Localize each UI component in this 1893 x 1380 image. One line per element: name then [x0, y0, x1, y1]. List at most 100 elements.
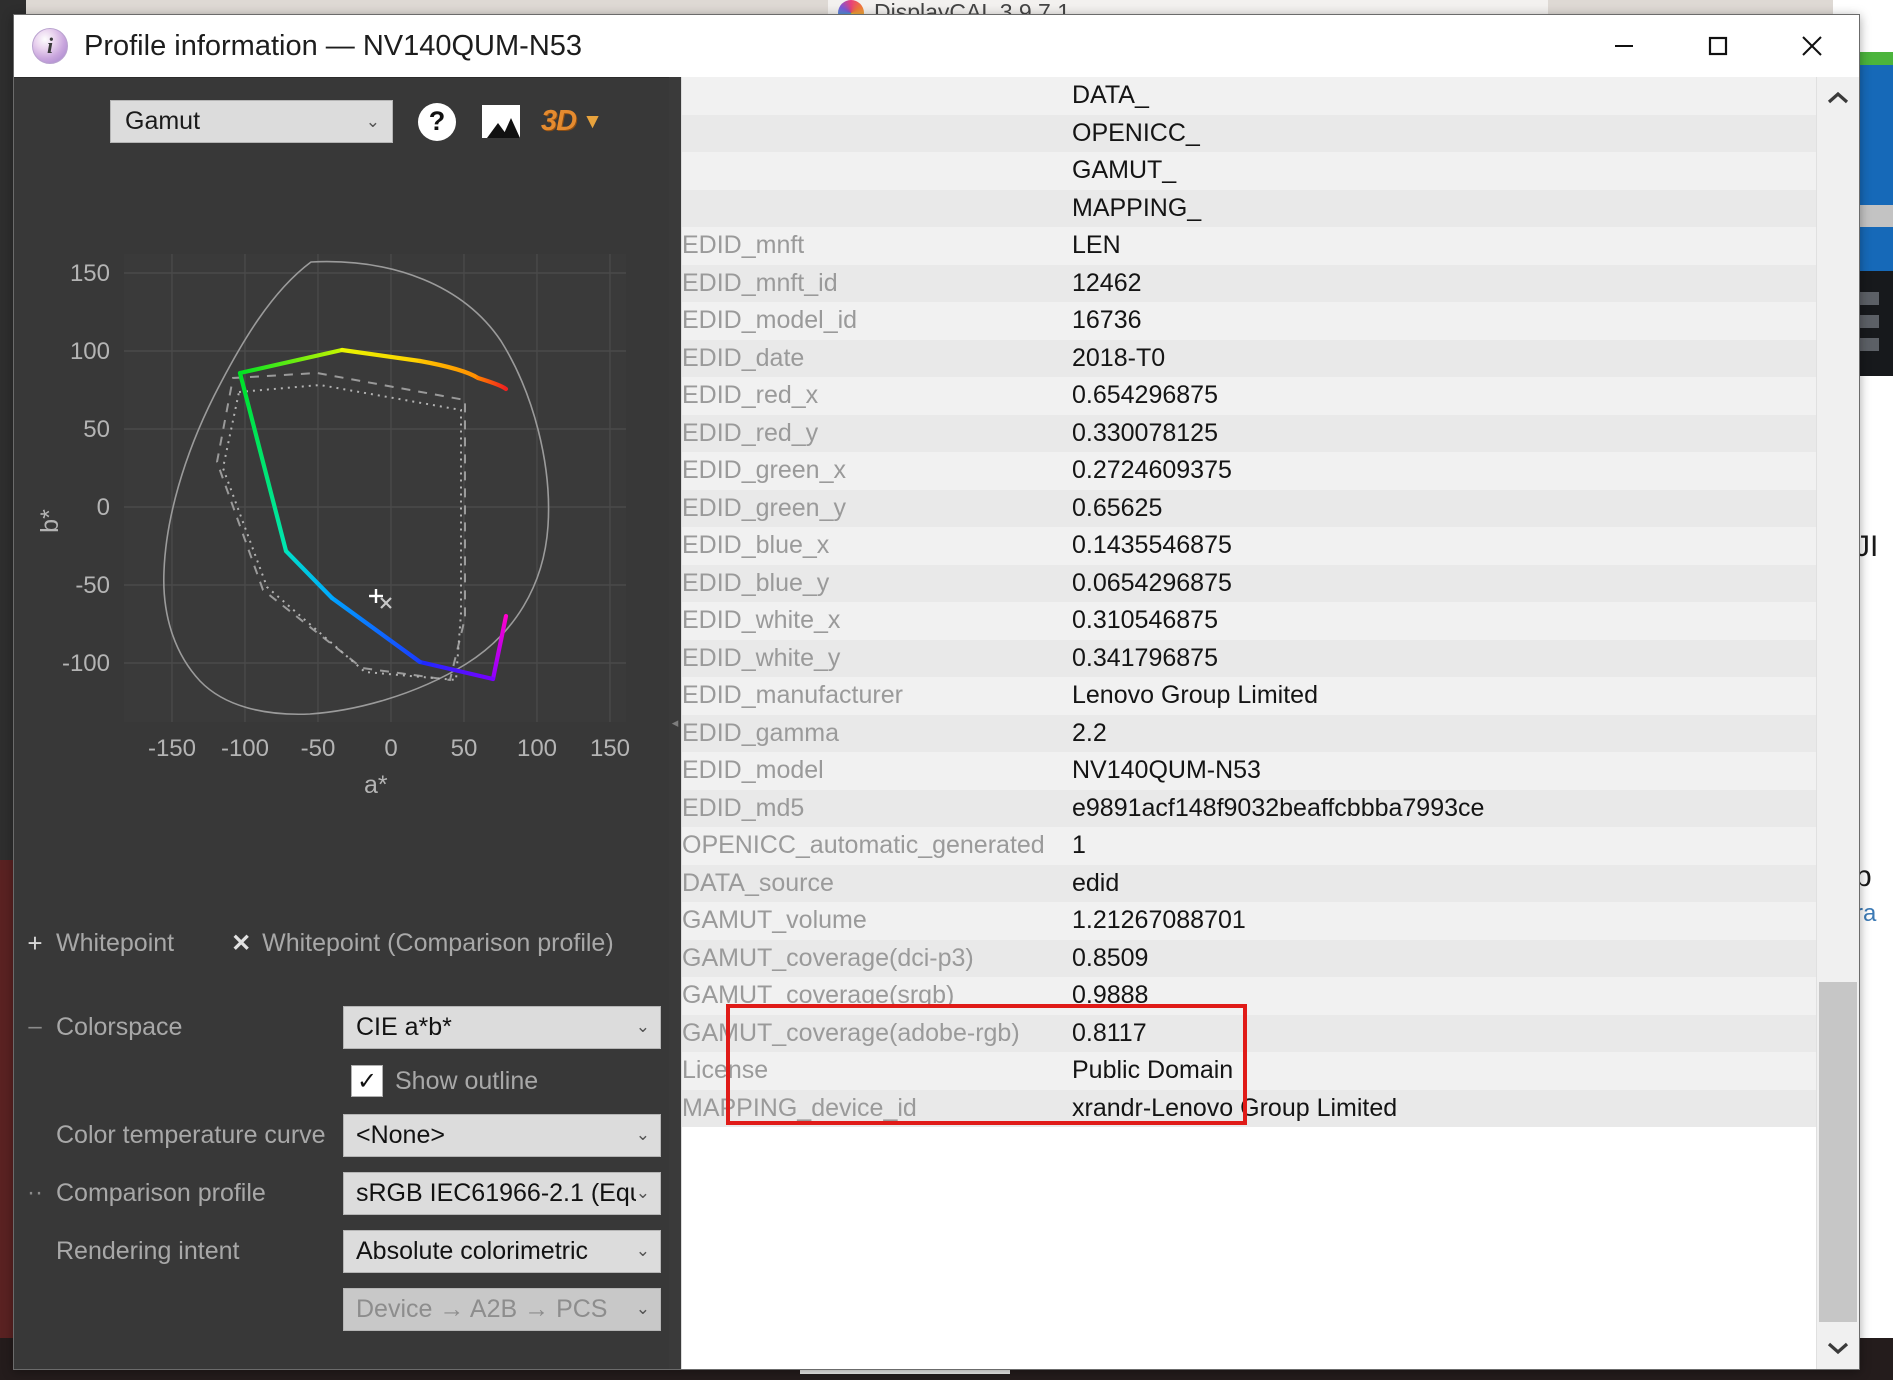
table-row[interactable]: OPENICC_ — [682, 114, 1816, 152]
table-row[interactable]: EDID_green_y 0.65625 — [682, 489, 1816, 527]
table-row[interactable]: GAMUT_volume 1.21267088701 — [682, 902, 1816, 940]
table-row[interactable]: EDID_red_x 0.654296875 — [682, 377, 1816, 415]
svg-text:0: 0 — [384, 735, 397, 762]
save-image-button[interactable] — [481, 102, 521, 142]
dialog-title: Profile information — NV140QUM-N53 — [84, 29, 583, 62]
minimize-button[interactable] — [1577, 15, 1671, 77]
table-cell-value: 2.2 — [1072, 718, 1107, 747]
scroll-down-button[interactable] — [1817, 1327, 1859, 1369]
table-row[interactable]: EDID_model NV140QUM-N53 — [682, 752, 1816, 790]
table-cell-value: DATA_ — [1072, 81, 1149, 110]
table-row[interactable]: EDID_white_x 0.310546875 — [682, 602, 1816, 640]
maximize-button[interactable] — [1671, 15, 1765, 77]
direction-select[interactable]: Device → A2B → PCS ⌄ — [343, 1287, 661, 1331]
show-outline-checkbox[interactable]: ✓ — [351, 1065, 383, 1097]
table-row[interactable]: EDID_green_x 0.2724609375 — [682, 452, 1816, 490]
table-cell-value: Lenovo Group Limited — [1072, 681, 1318, 710]
vertical-scrollbar[interactable] — [1816, 77, 1859, 1369]
svg-text:-150: -150 — [148, 735, 196, 762]
comparison-profile-select[interactable]: sRGB IEC61966-2.1 (Equiv ⌄ — [343, 1171, 661, 1215]
color-temperature-curve-select[interactable]: <None> ⌄ — [343, 1113, 661, 1157]
svg-text:100: 100 — [517, 735, 557, 762]
table-cell-key: EDID_white_x — [682, 606, 841, 635]
table-row[interactable]: EDID_blue_y 0.0654296875 — [682, 564, 1816, 602]
table-cell-value: 0.9888 — [1072, 981, 1149, 1010]
direction-value: Device → A2B → PCS — [356, 1294, 608, 1323]
scroll-up-button[interactable] — [1817, 77, 1859, 119]
table-cell-key: EDID_model — [682, 756, 824, 785]
table-cell-key: MAPPING_device_id — [682, 1093, 917, 1122]
question-mark-icon: ? — [418, 102, 456, 141]
table-row[interactable]: EDID_mnft_id 12462 — [682, 264, 1816, 302]
table-cell-key — [682, 152, 1072, 190]
table-cell-value: OPENICC_ — [1072, 118, 1200, 147]
chevron-down-icon: ⌄ — [365, 111, 380, 131]
svg-text:150: 150 — [70, 260, 110, 287]
table-cell-key — [682, 190, 1072, 228]
gamut-panel: Gamut ⌄ ? 3D ▼ 150 100 50 0 -50 -100 -15… — [14, 77, 669, 1369]
table-cell-key: GAMUT_coverage(dci-p3) — [682, 943, 974, 972]
help-button[interactable]: ? — [417, 102, 457, 142]
view-3d-button[interactable]: 3D ▼ — [541, 102, 603, 142]
info-icon: i — [32, 28, 68, 64]
color-temperature-curve-label: Color temperature curve — [56, 1120, 326, 1149]
table-cell-value: 12462 — [1072, 268, 1142, 297]
gamut-chart[interactable]: 150 100 50 0 -50 -100 -150 -100 -50 0 50… — [14, 166, 669, 799]
table-row[interactable]: MAPPING_ — [682, 189, 1816, 228]
table-cell-value: 0.330078125 — [1072, 418, 1218, 447]
table-row[interactable]: OPENICC_automatic_generated 1 — [682, 827, 1816, 865]
table-cell-value: Public Domain — [1072, 1056, 1234, 1085]
colorspace-select[interactable]: CIE a*b* ⌄ — [343, 1005, 661, 1049]
pane-splitter[interactable]: ◂ — [669, 77, 681, 1369]
table-row[interactable]: GAMUT_ — [682, 152, 1816, 190]
table-cell-value: 1 — [1072, 831, 1086, 860]
y-axis-label: b* — [36, 509, 64, 533]
table-cell-value: 0.310546875 — [1072, 606, 1218, 635]
scrollbar-thumb[interactable] — [1819, 982, 1857, 1322]
table-row[interactable]: EDID_model_id 16736 — [682, 302, 1816, 340]
table-row[interactable]: EDID_gamma 2.2 — [682, 714, 1816, 752]
table-row[interactable]: DATA_ — [682, 77, 1816, 115]
table-cell-key: EDID_green_y — [682, 493, 846, 522]
show-outline-row[interactable]: ✓ Show outline — [14, 1056, 669, 1106]
table-row[interactable]: License Public Domain — [682, 1052, 1816, 1090]
rendering-intent-label: Rendering intent — [56, 1236, 240, 1265]
table-row[interactable]: EDID_date 2018-T0 — [682, 339, 1816, 377]
svg-text:50: 50 — [83, 416, 110, 443]
table-cell-value: edid — [1072, 868, 1120, 897]
table-cell-value: 0.341796875 — [1072, 643, 1218, 672]
x-marker-icon: ✕ — [231, 930, 252, 957]
dialog-body: Gamut ⌄ ? 3D ▼ 150 100 50 0 -50 -100 -15… — [14, 77, 1859, 1369]
view-select[interactable]: Gamut ⌄ — [110, 100, 393, 143]
check-icon: ✓ — [356, 1067, 378, 1095]
table-row[interactable]: MAPPING_device_id xrandr-Lenovo Group Lim… — [682, 1089, 1816, 1127]
table-row[interactable]: GAMUT_coverage(dci-p3) 0.8509 — [682, 939, 1816, 977]
table-row[interactable]: GAMUT_coverage(srgb) 0.9888 — [682, 977, 1816, 1015]
rendering-intent-select[interactable]: Absolute colorimetric ⌄ — [343, 1229, 661, 1273]
control-row-color-temperature-curve: Color temperature curve <None> ⌄ — [14, 1106, 669, 1164]
table-row[interactable]: EDID_md5 e9891acf148f9032beaffcbbba7993ce — [682, 789, 1816, 827]
table-cell-key: EDID_mnft — [682, 231, 805, 260]
gamut-chart-svg: 150 100 50 0 -50 -100 -150 -100 -50 0 50… — [36, 254, 630, 762]
table-cell-key: EDID_manufacturer — [682, 681, 903, 710]
table-cell-key: EDID_red_y — [682, 418, 819, 447]
table-row[interactable]: EDID_white_y 0.341796875 — [682, 639, 1816, 677]
table-cell-value: e9891acf148f9032beaffcbbba7993ce — [1072, 793, 1485, 822]
caret-down-icon: ▼ — [582, 109, 603, 133]
table-row[interactable]: EDID_mnft LEN — [682, 227, 1816, 265]
table-row[interactable]: EDID_red_y 0.330078125 — [682, 414, 1816, 452]
table-cell-key: EDID_mnft_id — [682, 268, 838, 297]
table-row[interactable]: GAMUT_coverage(adobe-rgb) 0.8117 — [682, 1014, 1816, 1052]
table-row[interactable]: EDID_blue_x 0.1435546875 — [682, 527, 1816, 565]
table-cell-key: EDID_date — [682, 343, 805, 372]
table-row[interactable]: EDID_manufacturer Lenovo Group Limited — [682, 677, 1816, 715]
close-button[interactable] — [1765, 15, 1859, 77]
comparison-profile-label: Comparison profile — [56, 1178, 266, 1207]
profile-tags-scroll[interactable]: DATA_ OPENICC_ GAMUT_ MAPPING_ EDID_mnft LEN E… — [681, 77, 1816, 1369]
table-row[interactable]: DATA_source edid — [682, 864, 1816, 902]
splitter-handle-icon: ◂ — [671, 715, 679, 730]
dialog-titlebar[interactable]: i Profile information — NV140QUM-N53 — [14, 15, 1859, 77]
chart-legend: + Whitepoint ✕ Whitepoint (Comparison pr… — [14, 928, 669, 959]
colorspace-value: CIE a*b* — [356, 1012, 452, 1041]
table-cell-value: xrandr-Lenovo Group Limited — [1072, 1093, 1398, 1122]
